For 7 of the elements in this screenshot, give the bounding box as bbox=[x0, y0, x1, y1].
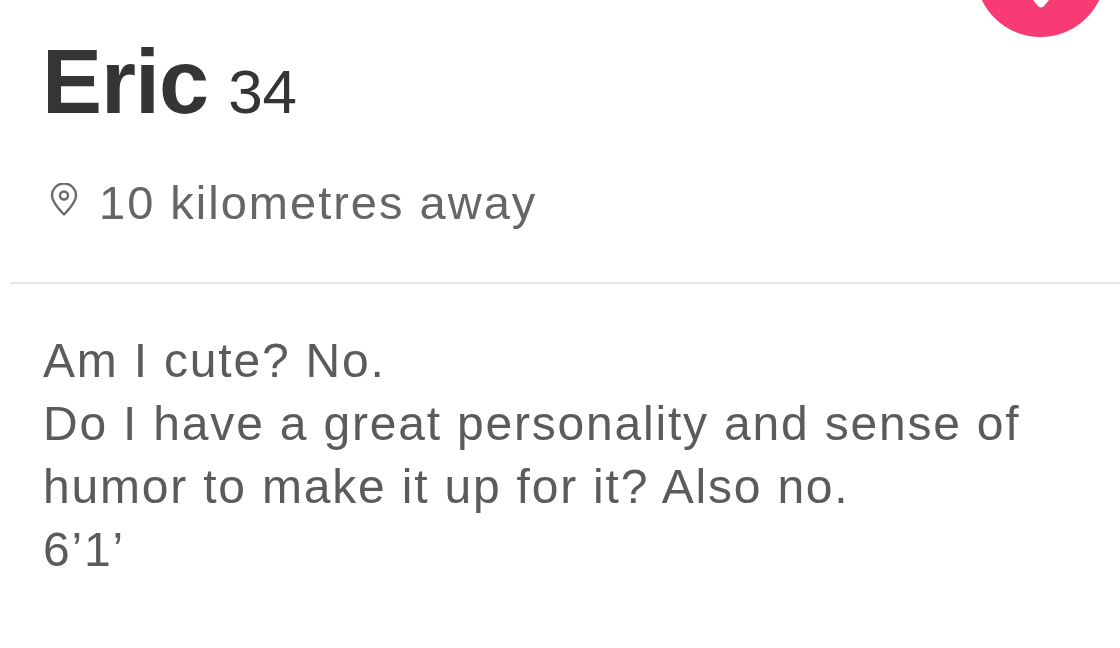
profile-age: 34 bbox=[228, 61, 298, 123]
distance-text: 10 kilometres away bbox=[99, 175, 538, 231]
profile-name: Eric bbox=[42, 37, 209, 127]
bio-text: Do I have a great personality and sense of humor to make it up for it? Also no. bbox=[43, 396, 1022, 515]
bio-text: Am I cute? No. bbox=[43, 333, 387, 389]
location-pin-icon bbox=[50, 182, 78, 216]
bio-text: 6’1’ bbox=[43, 522, 126, 578]
